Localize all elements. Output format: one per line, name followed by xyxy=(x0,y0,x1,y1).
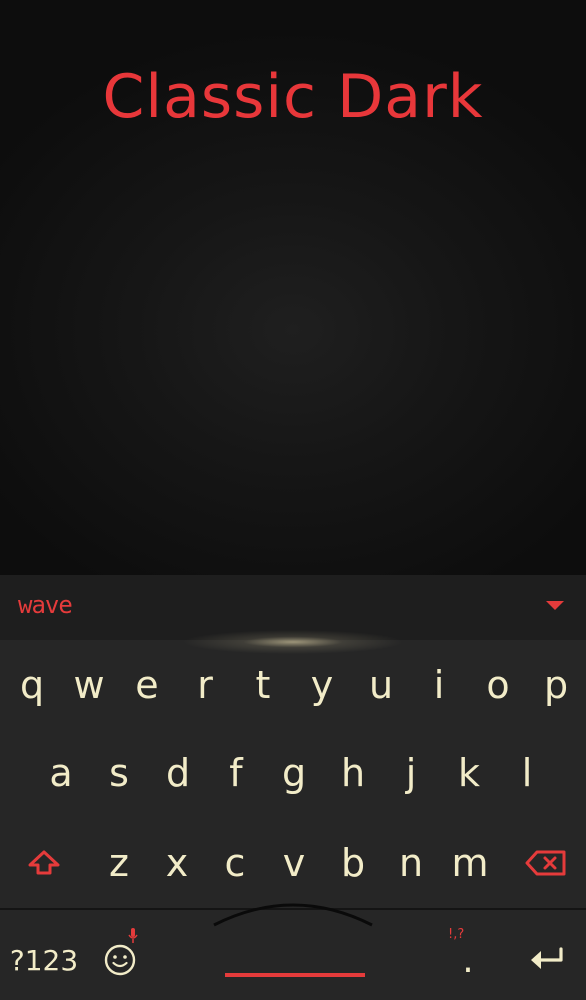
keyboard: wave q w e r t y u i o p a s d f g h j k… xyxy=(0,575,586,1000)
key-r[interactable]: r xyxy=(176,645,234,725)
key-q[interactable]: q xyxy=(4,645,60,725)
theme-title: Classic Dark xyxy=(102,62,484,132)
key-e[interactable]: e xyxy=(118,645,176,725)
key-l[interactable]: l xyxy=(498,733,556,813)
key-f[interactable]: f xyxy=(208,733,264,813)
period-label: . xyxy=(462,939,474,981)
key-b[interactable]: b xyxy=(324,823,382,903)
key-w[interactable]: w xyxy=(60,645,118,725)
key-n[interactable]: n xyxy=(382,823,440,903)
spacebar[interactable] xyxy=(225,973,365,977)
key-c[interactable]: c xyxy=(206,823,264,903)
key-y[interactable]: y xyxy=(292,645,352,725)
key-m[interactable]: m xyxy=(440,823,500,903)
key-j[interactable]: j xyxy=(382,733,440,813)
key-g[interactable]: g xyxy=(264,733,324,813)
key-d[interactable]: d xyxy=(148,733,208,813)
chevron-down-icon[interactable] xyxy=(544,597,566,613)
microphone-icon[interactable] xyxy=(128,927,138,945)
punctuation-hint: !,? xyxy=(448,927,465,942)
key-p[interactable]: p xyxy=(528,645,584,725)
key-s[interactable]: s xyxy=(90,733,148,813)
key-x[interactable]: x xyxy=(148,823,206,903)
shift-up-arrow-icon[interactable] xyxy=(4,823,84,903)
key-a[interactable]: a xyxy=(32,733,90,813)
key-i[interactable]: i xyxy=(410,645,468,725)
enter-arrow-icon[interactable] xyxy=(510,920,584,1000)
key-row-2: a s d f g h j k l xyxy=(0,733,586,813)
key-row-3: z x c v b n m xyxy=(0,823,586,903)
key-u[interactable]: u xyxy=(352,645,410,725)
brand-logo: wave xyxy=(18,591,73,619)
backspace-icon[interactable] xyxy=(508,823,584,903)
symbols-key[interactable]: ?123 xyxy=(4,920,84,1000)
key-k[interactable]: k xyxy=(440,733,498,813)
key-t[interactable]: t xyxy=(234,645,292,725)
key-v[interactable]: v xyxy=(264,823,324,903)
smiley-icon[interactable] xyxy=(92,920,148,1000)
key-z[interactable]: z xyxy=(90,823,148,903)
spacebar-arc xyxy=(213,903,373,927)
key-h[interactable]: h xyxy=(324,733,382,813)
key-row-1: q w e r t y u i o p xyxy=(0,645,586,725)
key-o[interactable]: o xyxy=(468,645,528,725)
